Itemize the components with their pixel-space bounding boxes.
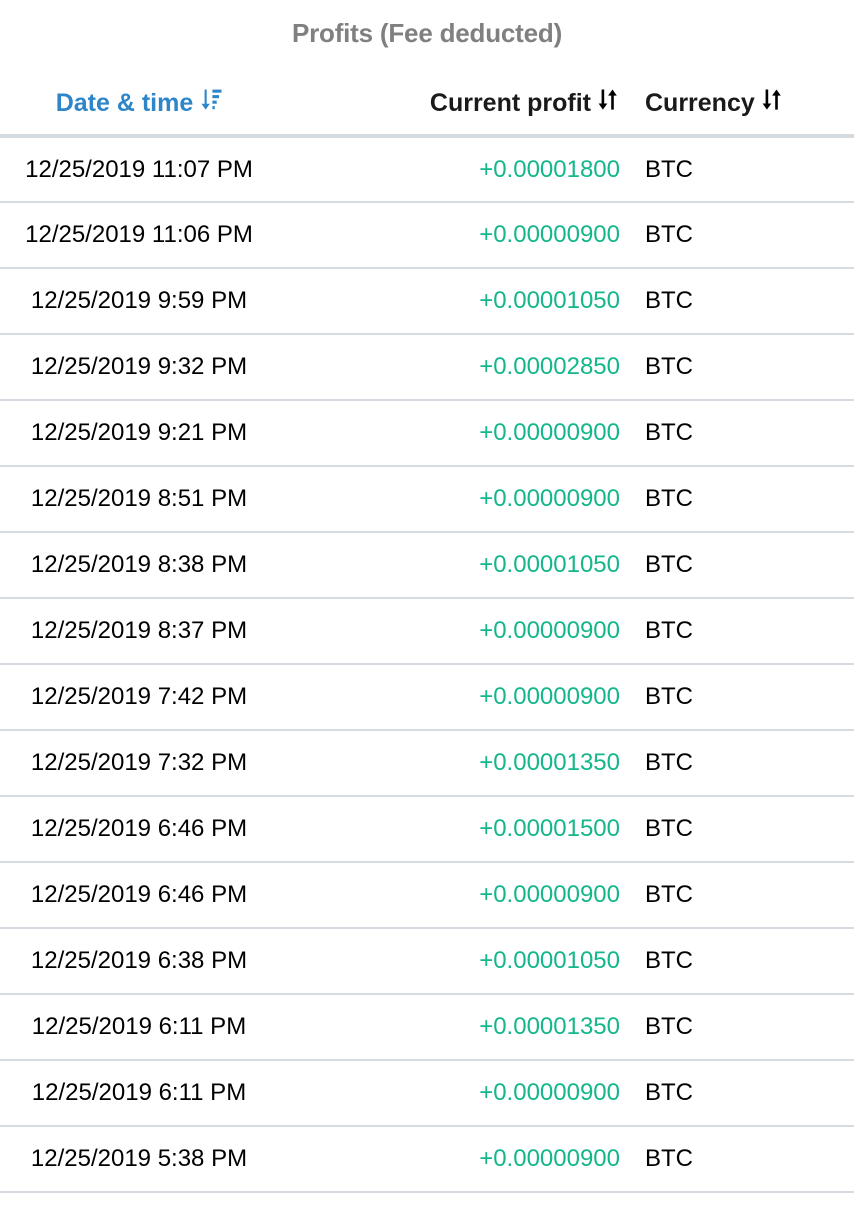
cell-date-time: 12/25/2019 9:59 PM: [30, 287, 248, 314]
cell-currency: BTC: [645, 881, 693, 908]
cell-current-profit: +0.00001050: [479, 947, 620, 974]
table-row[interactable]: 12/25/2019 6:46 PM +0.00001500 BTC: [0, 796, 854, 862]
cell-currency: BTC: [645, 221, 693, 248]
cell-currency: BTC: [645, 1079, 693, 1106]
profits-table: Date & time Current profit Currency 12/2…: [0, 88, 854, 1193]
cell-currency: BTC: [645, 155, 693, 183]
cell-date-time: 12/25/2019 6:46 PM: [30, 815, 248, 842]
cell-current-profit: +0.00000900: [479, 1145, 620, 1172]
cell-current-profit: +0.00000900: [479, 881, 620, 908]
column-header-current-profit-label: Current profit: [429, 89, 591, 117]
cell-current-profit: +0.00001500: [479, 815, 620, 842]
cell-current-profit: +0.00002850: [479, 353, 620, 380]
cell-current-profit: +0.00001050: [479, 287, 620, 314]
sort-button-date-time[interactable]: Date & time: [56, 88, 223, 118]
table-header-row: Date & time Current profit Currency: [0, 88, 854, 136]
sort-amount-down-icon[interactable]: [200, 88, 222, 111]
cell-currency: BTC: [645, 485, 693, 512]
cell-currency: BTC: [645, 1145, 693, 1172]
table-row[interactable]: 12/25/2019 5:38 PM +0.00000900 BTC: [0, 1126, 854, 1192]
cell-currency: BTC: [645, 947, 693, 974]
sort-updown-icon[interactable]: [598, 88, 620, 111]
table-row[interactable]: 12/25/2019 8:38 PM +0.00001050 BTC: [0, 532, 854, 598]
cell-date-time: 12/25/2019 8:38 PM: [30, 551, 248, 578]
cell-currency: BTC: [645, 1013, 693, 1040]
cell-current-profit: +0.00001800: [479, 155, 620, 183]
table-body: 12/25/2019 11:07 PM +0.00001800 BTC 12/25/2…: [0, 136, 854, 1192]
cell-current-profit: +0.00000900: [479, 1079, 620, 1106]
cell-current-profit: +0.00001050: [479, 551, 620, 578]
cell-currency: BTC: [645, 683, 693, 710]
column-header-currency[interactable]: Currency: [630, 88, 854, 136]
cell-date-time: 12/25/2019 6:46 PM: [30, 881, 248, 908]
cell-currency: BTC: [645, 749, 693, 776]
cell-currency: BTC: [645, 419, 693, 446]
cell-currency: BTC: [645, 617, 693, 644]
cell-date-time: 12/25/2019 9:21 PM: [30, 419, 248, 446]
cell-current-profit: +0.00001350: [479, 749, 620, 776]
cell-currency: BTC: [645, 551, 693, 578]
cell-date-time: 12/25/2019 6:38 PM: [30, 947, 248, 974]
table-row[interactable]: 12/25/2019 11:07 PM +0.00001800 BTC: [0, 136, 854, 202]
table-row[interactable]: 12/25/2019 9:21 PM +0.00000900 BTC: [0, 400, 854, 466]
cell-date-time: 12/25/2019 6:11 PM: [31, 1079, 247, 1106]
cell-current-profit: +0.00000900: [479, 617, 620, 644]
cell-date-time: 12/25/2019 8:37 PM: [30, 617, 248, 644]
table-header: Date & time Current profit Currency: [0, 88, 854, 136]
table-row[interactable]: 12/25/2019 8:51 PM +0.00000900 BTC: [0, 466, 854, 532]
column-header-date-time[interactable]: Date & time: [0, 88, 360, 136]
column-header-currency-label: Currency: [645, 89, 755, 117]
profits-panel: Profits (Fee deducted) Date & time Curre…: [0, 0, 854, 1212]
sort-button-current-profit[interactable]: Current profit: [430, 88, 620, 118]
table-row[interactable]: 12/25/2019 8:37 PM +0.00000900 BTC: [0, 598, 854, 664]
cell-currency: BTC: [645, 353, 693, 380]
column-header-current-profit[interactable]: Current profit: [360, 88, 630, 136]
table-row[interactable]: 12/25/2019 6:11 PM +0.00000900 BTC: [0, 1060, 854, 1126]
cell-date-time: 12/25/2019 7:42 PM: [30, 683, 248, 710]
cell-date-time: 12/25/2019 6:11 PM: [31, 1013, 247, 1040]
cell-date-time: 12/25/2019 11:07 PM: [25, 155, 253, 183]
sort-updown-icon[interactable]: [762, 88, 784, 111]
cell-current-profit: +0.00000900: [479, 221, 620, 248]
cell-date-time: 12/25/2019 8:51 PM: [30, 485, 248, 512]
table-row[interactable]: 12/25/2019 6:46 PM +0.00000900 BTC: [0, 862, 854, 928]
column-header-date-time-label: Date & time: [55, 89, 194, 117]
table-row[interactable]: 12/25/2019 7:42 PM +0.00000900 BTC: [0, 664, 854, 730]
cell-current-profit: +0.00000900: [479, 485, 620, 512]
cell-date-time: 12/25/2019 7:32 PM: [30, 749, 248, 776]
cell-currency: BTC: [645, 815, 693, 842]
cell-current-profit: +0.00000900: [479, 419, 620, 446]
sort-button-currency[interactable]: Currency: [645, 88, 784, 118]
cell-date-time: 12/25/2019 5:38 PM: [30, 1145, 248, 1172]
cell-current-profit: +0.00000900: [479, 683, 620, 710]
table-row[interactable]: 12/25/2019 7:32 PM +0.00001350 BTC: [0, 730, 854, 796]
table-row[interactable]: 12/25/2019 6:11 PM +0.00001350 BTC: [0, 994, 854, 1060]
table-row[interactable]: 12/25/2019 11:06 PM +0.00000900 BTC: [0, 202, 854, 268]
cell-date-time: 12/25/2019 9:32 PM: [30, 353, 248, 380]
page-title: Profits (Fee deducted): [291, 18, 563, 48]
table-row[interactable]: 12/25/2019 9:59 PM +0.00001050 BTC: [0, 268, 854, 334]
table-row[interactable]: 12/25/2019 9:32 PM +0.00002850 BTC: [0, 334, 854, 400]
cell-current-profit: +0.00001350: [479, 1013, 620, 1040]
table-row[interactable]: 12/25/2019 6:38 PM +0.00001050 BTC: [0, 928, 854, 994]
cell-currency: BTC: [645, 287, 693, 314]
cell-date-time: 12/25/2019 11:06 PM: [25, 221, 253, 248]
